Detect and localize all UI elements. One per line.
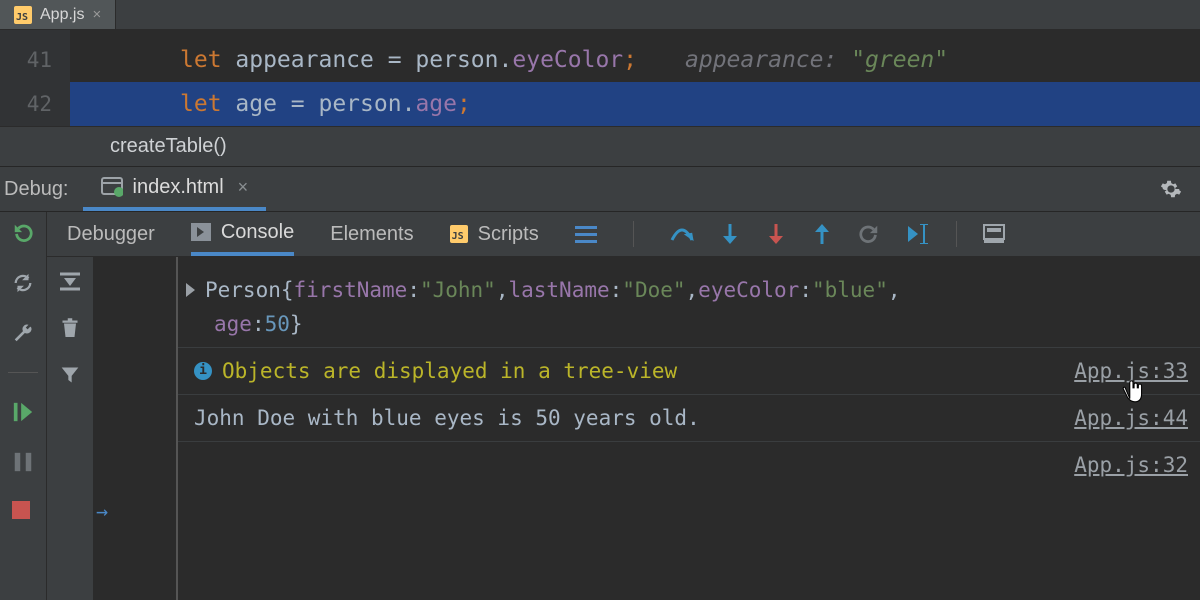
code-line-41[interactable]: let appearance = person.eyeColor; appear… (70, 38, 1200, 82)
console-prompt[interactable]: → (96, 488, 1200, 534)
console-object-row[interactable]: Person {firstName: "John", lastName: "Do… (178, 267, 1200, 347)
step-out-icon[interactable] (812, 224, 832, 244)
divider (8, 372, 38, 373)
prompt-arrow-icon: → (96, 494, 108, 528)
filter-icon[interactable] (60, 365, 80, 385)
play-caret-icon (191, 223, 211, 241)
rerun-icon[interactable] (12, 222, 34, 244)
console-log-row: John Doe with blue eyes is 50 years old.… (178, 394, 1200, 441)
run-to-cursor-icon[interactable] (906, 224, 930, 244)
editor-tab-app-js[interactable]: JS App.js × (0, 0, 116, 29)
source-link[interactable]: App.js:32 (1074, 448, 1188, 482)
divider (956, 221, 957, 247)
debug-panel: Debug: index.html × Debugger Console (0, 166, 1200, 600)
run-config-tab[interactable]: index.html × (83, 167, 267, 211)
tab-debugger[interactable]: Debugger (67, 212, 155, 256)
js-file-icon: JS (450, 225, 468, 243)
step-into-icon[interactable] (720, 224, 740, 244)
step-over-icon[interactable] (670, 224, 694, 244)
console-info-row: i Objects are displayed in a tree-view A… (178, 347, 1200, 394)
editor-tab-label: App.js (40, 6, 84, 24)
refresh-icon[interactable] (12, 272, 34, 294)
force-step-into-icon[interactable] (766, 224, 786, 244)
source-link[interactable]: App.js:33 (1074, 354, 1188, 388)
divider (633, 221, 634, 247)
gear-icon[interactable] (1160, 178, 1182, 200)
stop-icon[interactable] (12, 501, 34, 523)
code-line-42[interactable]: let age = person.age; (70, 82, 1200, 126)
browser-icon (101, 177, 123, 197)
breadcrumb[interactable]: createTable() (0, 126, 1200, 166)
console-gutter (164, 257, 178, 600)
trash-icon[interactable] (61, 317, 79, 339)
close-icon[interactable]: × (92, 6, 101, 23)
editor-tab-bar: JS App.js × (0, 0, 1200, 30)
js-file-icon: JS (14, 6, 32, 24)
tab-console[interactable]: Console (191, 212, 294, 256)
info-icon: i (194, 362, 212, 380)
close-icon[interactable]: × (238, 177, 249, 198)
resume-icon[interactable] (12, 401, 34, 423)
console-log-row: App.js:32 (178, 441, 1200, 488)
console-tool-rail (47, 257, 94, 600)
debug-subtab-bar: Debugger Console Elements JS Scripts (47, 212, 1200, 257)
pause-icon[interactable] (12, 451, 34, 473)
tab-elements[interactable]: Elements (330, 212, 413, 256)
debug-header: Debug: index.html × (0, 167, 1200, 212)
console-output[interactable]: Person {firstName: "John", lastName: "Do… (94, 257, 1200, 600)
debug-title: Debug: (0, 178, 83, 201)
line-gutter: 41 42 (0, 30, 70, 126)
scroll-to-end-icon[interactable] (58, 271, 82, 291)
tab-scripts[interactable]: JS Scripts (450, 212, 539, 256)
source-link[interactable]: App.js:44 (1074, 401, 1188, 435)
code-editor[interactable]: 41 42 let appearance = person.eyeColor; … (0, 30, 1200, 126)
debug-left-rail (0, 212, 47, 600)
expand-icon[interactable] (186, 283, 195, 297)
evaluate-icon[interactable] (983, 224, 1005, 244)
inline-hint: appearance: "green" (685, 38, 948, 82)
step-toolbar (670, 221, 1005, 247)
code-lines: let appearance = person.eyeColor; appear… (70, 30, 1200, 126)
run-config-label: index.html (133, 176, 224, 199)
drop-frame-icon[interactable] (858, 223, 880, 245)
more-tabs-icon[interactable] (575, 226, 597, 243)
wrench-icon[interactable] (12, 322, 34, 344)
